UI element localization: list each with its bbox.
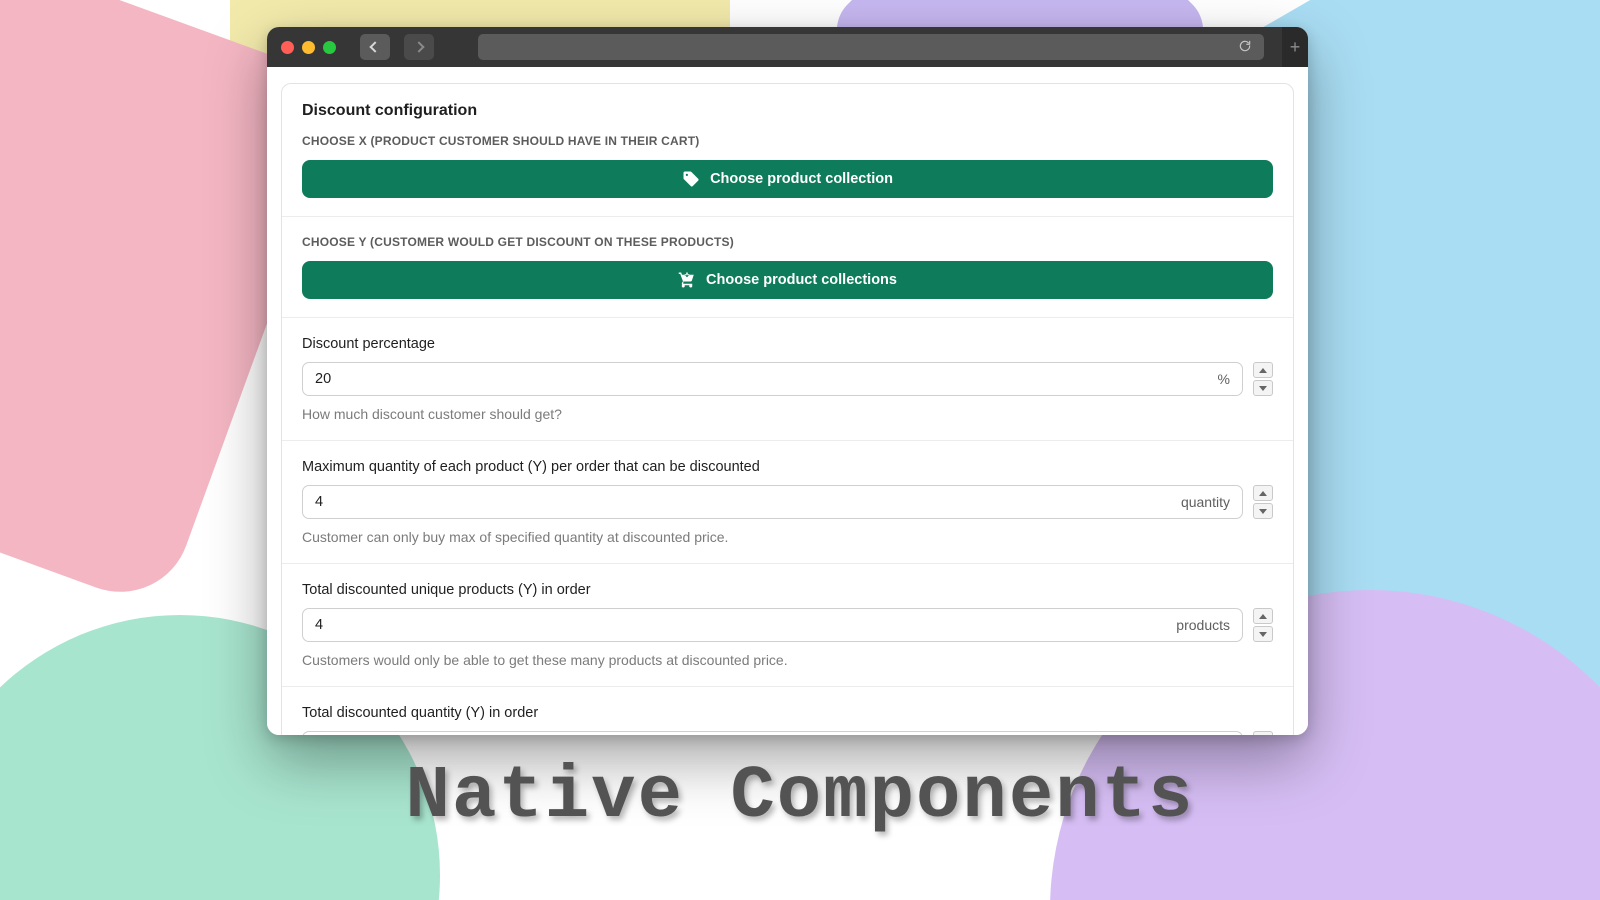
reload-button[interactable]: [1238, 39, 1254, 55]
choose-x-button-label: Choose product collection: [710, 171, 893, 187]
discount-percentage-suffix: %: [1208, 371, 1230, 387]
window-close-button[interactable]: [281, 41, 294, 54]
discount-percentage-input[interactable]: 20 %: [302, 362, 1243, 396]
total-qty-step-up[interactable]: [1253, 731, 1273, 735]
total-qty-input[interactable]: 10 products: [302, 731, 1243, 735]
caret-down-icon: [1259, 509, 1267, 514]
max-qty-stepper: [1253, 485, 1273, 519]
total-qty-label: Total discounted quantity (Y) in order: [302, 705, 1273, 721]
unique-products-help: Customers would only be able to get thes…: [302, 652, 1273, 668]
content-area: Discount configuration CHOOSE X (PRODUCT…: [267, 67, 1308, 735]
unique-products-step-down[interactable]: [1253, 626, 1273, 642]
total-qty-section: Total discounted quantity (Y) in order 1…: [282, 686, 1293, 735]
nav-forward-button[interactable]: [404, 34, 434, 60]
new-tab-button[interactable]: +: [1282, 27, 1308, 67]
unique-products-input[interactable]: 4 products: [302, 608, 1243, 642]
choose-y-eyebrow: CHOOSE Y (CUSTOMER WOULD GET DISCOUNT ON…: [302, 235, 1273, 249]
nav-back-button[interactable]: [360, 34, 390, 60]
choose-y-button-label: Choose product collections: [706, 272, 897, 288]
discount-percentage-stepper: [1253, 362, 1273, 396]
choose-y-button[interactable]: Choose product collections: [302, 261, 1273, 299]
plus-icon: +: [1290, 38, 1301, 56]
max-qty-section: Maximum quantity of each product (Y) per…: [282, 440, 1293, 563]
unique-products-label: Total discounted unique products (Y) in …: [302, 582, 1273, 598]
discount-percentage-step-down[interactable]: [1253, 380, 1273, 396]
window-maximize-button[interactable]: [323, 41, 336, 54]
window-minimize-button[interactable]: [302, 41, 315, 54]
caret-down-icon: [1259, 632, 1267, 637]
choose-y-section: CHOOSE Y (CUSTOMER WOULD GET DISCOUNT ON…: [282, 216, 1293, 317]
chevron-right-icon: [413, 41, 424, 52]
caret-up-icon: [1259, 491, 1267, 496]
url-bar[interactable]: [478, 34, 1264, 60]
reload-icon: [1238, 39, 1252, 53]
browser-window: + Discount configuration CHOOSE X (PRODU…: [267, 27, 1308, 735]
choose-x-eyebrow: CHOOSE X (PRODUCT CUSTOMER SHOULD HAVE I…: [302, 134, 1273, 148]
max-qty-label: Maximum quantity of each product (Y) per…: [302, 459, 1273, 475]
discount-percentage-help: How much discount customer should get?: [302, 406, 1273, 422]
caret-up-icon: [1259, 614, 1267, 619]
total-qty-stepper: [1253, 731, 1273, 735]
discount-percentage-label: Discount percentage: [302, 336, 1273, 352]
max-qty-value: 4: [315, 494, 345, 510]
tag-icon: [682, 170, 700, 188]
unique-products-section: Total discounted unique products (Y) in …: [282, 563, 1293, 686]
max-qty-input[interactable]: 4 quantity: [302, 485, 1243, 519]
chevron-left-icon: [369, 41, 380, 52]
max-qty-suffix: quantity: [1171, 494, 1230, 510]
discount-percentage-value: 20: [315, 371, 345, 387]
page-headline: Native Components: [406, 755, 1195, 839]
card-title: Discount configuration: [302, 102, 1273, 120]
max-qty-step-up[interactable]: [1253, 485, 1273, 501]
caret-up-icon: [1259, 368, 1267, 373]
discount-config-card: Discount configuration CHOOSE X (PRODUCT…: [281, 83, 1294, 735]
unique-products-step-up[interactable]: [1253, 608, 1273, 624]
unique-products-suffix: products: [1166, 617, 1230, 633]
discount-percentage-step-up[interactable]: [1253, 362, 1273, 378]
card-header: Discount configuration: [282, 84, 1293, 128]
caret-down-icon: [1259, 386, 1267, 391]
discount-percentage-section: Discount percentage 20 % How much discou…: [282, 317, 1293, 440]
unique-products-value: 4: [315, 617, 345, 633]
unique-products-stepper: [1253, 608, 1273, 642]
cart-add-icon: [678, 271, 696, 289]
browser-titlebar: +: [267, 27, 1308, 67]
choose-x-button[interactable]: Choose product collection: [302, 160, 1273, 198]
max-qty-step-down[interactable]: [1253, 503, 1273, 519]
max-qty-help: Customer can only buy max of specified q…: [302, 529, 1273, 545]
choose-x-section: CHOOSE X (PRODUCT CUSTOMER SHOULD HAVE I…: [282, 128, 1293, 216]
